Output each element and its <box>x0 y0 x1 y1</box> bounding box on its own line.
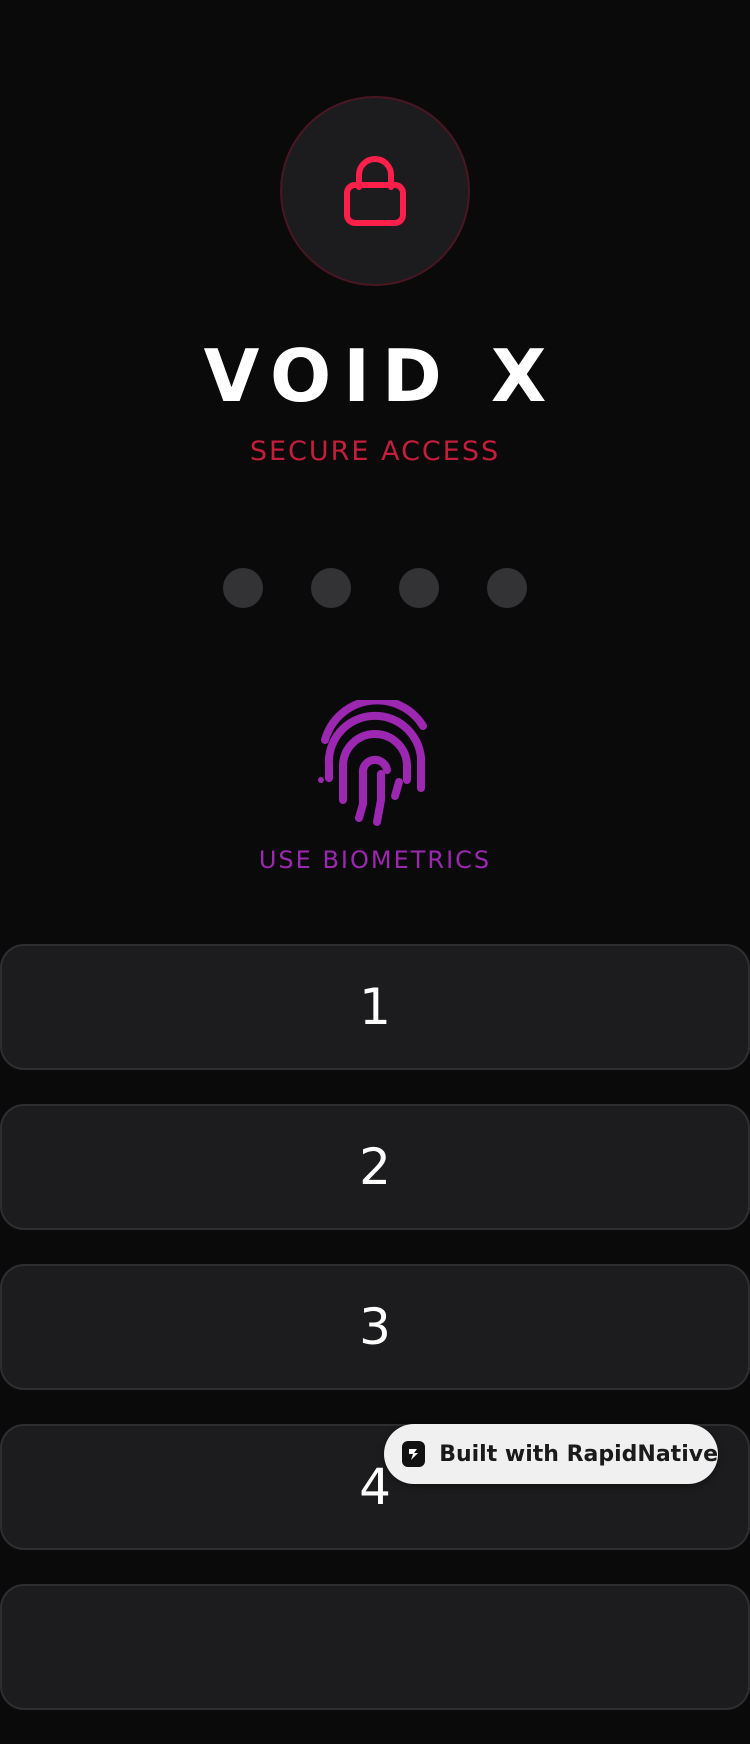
keypad-key-2[interactable]: 2 <box>0 1104 750 1230</box>
pin-indicator <box>0 568 750 608</box>
built-with-badge[interactable]: Built with RapidNative <box>384 1424 718 1484</box>
keypad-key-3[interactable]: 3 <box>0 1264 750 1390</box>
pin-dot <box>399 568 439 608</box>
pin-dot <box>487 568 527 608</box>
pin-dot <box>223 568 263 608</box>
badge-label: Built with RapidNative <box>439 1441 718 1467</box>
keypad-key-1[interactable]: 1 <box>0 944 750 1070</box>
biometrics-label: USE BIOMETRICS <box>258 846 492 874</box>
rapidnative-logo-icon <box>402 1441 426 1467</box>
app-subtitle: SECURE ACCESS <box>249 436 501 467</box>
app-title: VOID X <box>203 334 559 418</box>
fingerprint-icon <box>318 700 427 826</box>
lock-icon <box>344 156 406 226</box>
lock-badge <box>280 96 470 286</box>
keypad-key-5[interactable] <box>0 1584 750 1710</box>
pin-dot <box>311 568 351 608</box>
biometrics-button[interactable]: USE BIOMETRICS <box>0 700 750 878</box>
keypad: 1 2 3 4 <box>0 944 750 1744</box>
